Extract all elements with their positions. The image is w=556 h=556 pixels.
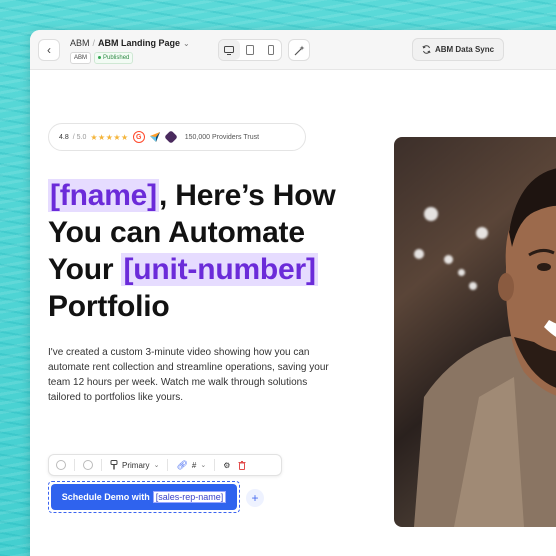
g2-logo-icon: G [132, 131, 145, 143]
variable-unit-number[interactable]: [unit-number] [121, 253, 318, 286]
cta-selection-outline: Schedule Demo with [sales-rep-name] [48, 481, 240, 513]
plus-icon: + [251, 491, 259, 505]
link-dropdown-label: # [191, 460, 197, 470]
page-tags: ABM Published [70, 52, 134, 64]
page-name[interactable]: ABM Landing Page [98, 38, 180, 48]
button-style-toolbar: Primary ⌄ 🔗︎ # ⌄ ⚙ [48, 454, 282, 476]
radio-option-1[interactable] [56, 460, 66, 470]
trust-text: 150,000 Providers Trust [184, 133, 260, 141]
desktop-view-button[interactable] [219, 40, 240, 60]
headline-line4: Portfolio [48, 290, 170, 323]
variable-sales-rep-name[interactable]: [sales-rep-name] [152, 491, 227, 503]
status-badge: Published [94, 52, 134, 64]
variable-fname[interactable]: [fname] [48, 179, 159, 212]
trash-icon [238, 460, 246, 470]
paint-brush-icon [110, 460, 118, 470]
breadcrumb-separator: / [92, 38, 96, 48]
style-dropdown-label: Primary [122, 460, 150, 470]
schedule-demo-button[interactable]: Schedule Demo with [sales-rep-name] [51, 484, 237, 510]
ai-magic-button[interactable] [288, 39, 310, 61]
mobile-view-button[interactable] [260, 40, 281, 60]
rating-badge[interactable]: 4.8 / 5.0 ★★★★★ G 150,000 Providers Trus… [48, 123, 306, 151]
chevron-down-icon: ⌄ [153, 462, 160, 469]
tablet-view-button[interactable] [240, 40, 261, 60]
sync-label: ABM Data Sync [434, 45, 495, 54]
back-button[interactable]: ‹ [38, 39, 60, 61]
hero-photo [394, 137, 556, 527]
add-element-button[interactable]: + [246, 489, 264, 507]
phone-icon [267, 45, 274, 55]
smiling-man-illustration [414, 168, 556, 527]
capterra-logo-icon [148, 131, 161, 143]
device-switcher [218, 39, 282, 61]
body-paragraph[interactable]: I've created a custom 3-minute video sho… [48, 345, 338, 405]
page-canvas: 4.8 / 5.0 ★★★★★ G 150,000 Providers Trus… [30, 71, 556, 556]
rating-out-of: / 5.0 [72, 133, 87, 141]
style-dropdown[interactable]: Primary ⌄ [110, 460, 159, 470]
status-dot-icon [98, 55, 102, 59]
tag-abm: ABM [70, 52, 92, 64]
abm-data-sync-button[interactable]: ABM Data Sync [412, 38, 504, 61]
tablet-icon [246, 45, 254, 55]
toolbar-divider [167, 459, 169, 471]
sync-icon [422, 45, 431, 54]
chevron-down-icon[interactable]: ⌄ [183, 39, 190, 48]
breadcrumb: ABM / ABM Landing Page ⌄ [70, 38, 190, 48]
review-site-logo-icon [163, 130, 178, 144]
headline-line2: You can Automate [48, 216, 305, 249]
rating-stars-icon: ★★★★★ [90, 132, 129, 142]
headline-line3-prefix: Your [48, 253, 114, 286]
headline-line1: , Here’s How [158, 179, 336, 212]
settings-button[interactable]: ⚙ [223, 461, 230, 470]
rating-score: 4.8 [59, 133, 69, 141]
cta-label: Schedule Demo with [61, 492, 150, 502]
toolbar-divider [214, 459, 216, 471]
link-icon: 🔗︎ [176, 459, 188, 470]
editor-window: ‹ ABM / ABM Landing Page ⌄ ABM Published AB… [30, 30, 556, 556]
sparkle-wand-icon [294, 45, 304, 55]
breadcrumb-root[interactable]: ABM [70, 38, 90, 48]
gear-icon: ⚙ [223, 460, 231, 470]
toolbar-divider [101, 459, 102, 471]
page-headline[interactable]: [fname], Here’s How You can Automate You… [48, 177, 378, 325]
monitor-icon [224, 45, 235, 55]
link-dropdown[interactable]: 🔗︎ # ⌄ [176, 460, 206, 471]
editor-topbar: ‹ ABM / ABM Landing Page ⌄ ABM Published AB… [30, 30, 556, 70]
delete-button[interactable] [238, 460, 246, 470]
chevron-down-icon: ⌄ [200, 462, 207, 469]
toolbar-divider [74, 459, 75, 471]
chevron-left-icon: ‹ [47, 43, 51, 57]
status-badge-label: Published [103, 55, 130, 61]
radio-option-2[interactable] [83, 460, 93, 470]
